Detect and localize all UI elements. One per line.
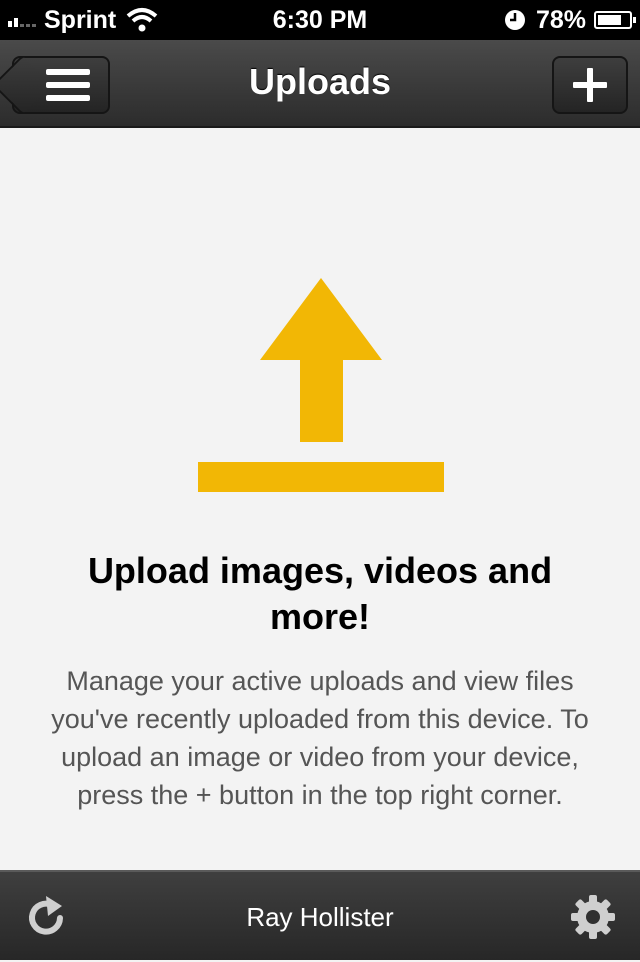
status-right: 78% — [504, 0, 636, 40]
status-bar: Sprint 6:30 PM 78% — [0, 0, 640, 40]
upload-arrow-icon — [198, 278, 444, 492]
add-upload-button[interactable] — [552, 56, 628, 114]
plus-icon — [573, 68, 607, 102]
hamburger-icon — [46, 69, 90, 101]
battery-fill — [598, 15, 621, 25]
empty-state-headline: Upload images, videos and more! — [87, 550, 553, 637]
gear-icon[interactable] — [570, 894, 616, 940]
user-name: Ray Hollister — [246, 902, 394, 932]
nav-bar: Uploads — [0, 40, 640, 128]
bottom-toolbar: Ray Hollister — [0, 870, 640, 960]
clock-icon — [504, 10, 525, 30]
battery-icon — [594, 11, 636, 29]
empty-state-description: Manage your active uploads and view file… — [51, 666, 589, 810]
battery-percent: 78% — [535, 5, 586, 34]
menu-button[interactable] — [12, 56, 110, 114]
uploads-empty-state: Upload images, videos and more! Manage y… — [0, 128, 640, 870]
